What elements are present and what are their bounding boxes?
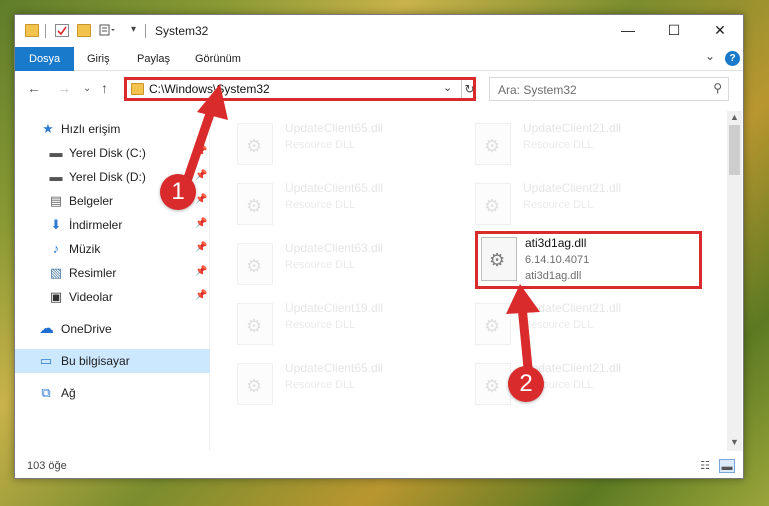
- step-badge-2: 2: [508, 366, 544, 402]
- arrow-1-head: [197, 84, 228, 120]
- step-number: 1: [171, 178, 185, 205]
- arrow-2: [517, 301, 533, 373]
- arrow-1: [183, 103, 217, 183]
- annotation-arrows: [183, 84, 540, 373]
- arrow-2-head: [506, 284, 540, 314]
- step-badge-1: 1: [160, 174, 196, 210]
- step-number: 2: [519, 370, 533, 397]
